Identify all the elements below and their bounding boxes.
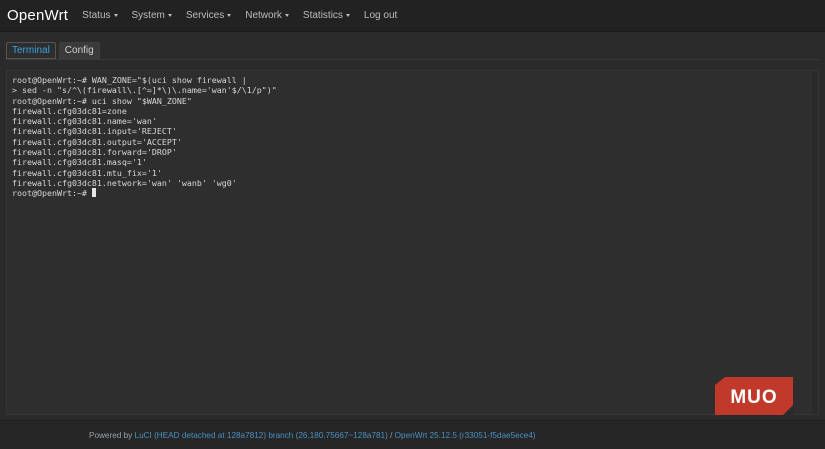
terminal-prompt-line: root@OpenWrt:~# bbox=[7, 188, 818, 198]
tab-terminal[interactable]: Terminal bbox=[6, 42, 56, 59]
menu-logout-label: Log out bbox=[363, 10, 398, 21]
luci-link[interactable]: LuCI (HEAD detached at 128a7812) branch … bbox=[135, 431, 388, 440]
terminal-cursor bbox=[91, 188, 96, 198]
main-menu: Status System Services Network Statistic… bbox=[82, 10, 411, 21]
menu-statistics-label: Statistics bbox=[302, 10, 343, 21]
menu-system[interactable]: System bbox=[132, 10, 172, 21]
terminal-scrollbar[interactable] bbox=[812, 71, 818, 414]
terminal-line: root@OpenWrt:~# WAN_ZONE="$(uci show fir… bbox=[12, 75, 247, 85]
caret-down-icon bbox=[167, 14, 172, 17]
menu-network-label: Network bbox=[245, 10, 282, 21]
footer-separator: / bbox=[387, 431, 395, 440]
terminal-line: firewall.cfg03dc81.output='ACCEPT' bbox=[12, 136, 182, 147]
menu-network[interactable]: Network bbox=[245, 10, 289, 21]
menu-logout[interactable]: Log out bbox=[364, 10, 397, 21]
terminal-line: firewall.cfg03dc81.mtu_fix='1' bbox=[12, 167, 162, 178]
terminal-line: firewall.cfg03dc81.masq='1' bbox=[12, 157, 147, 168]
terminal-line: firewall.cfg03dc81.name='wan' bbox=[12, 116, 157, 127]
logo-text: MUO bbox=[730, 387, 777, 408]
terminal-line: firewall.cfg03dc81.input='REJECT' bbox=[12, 126, 177, 137]
terminal-line: firewall.cfg03dc81.forward='DROP' bbox=[12, 147, 177, 158]
terminal-prompt: root@OpenWrt:~# bbox=[12, 188, 92, 199]
muo-logo: MUO bbox=[715, 377, 793, 415]
caret-down-icon bbox=[284, 14, 289, 17]
footer: Powered by LuCI (HEAD detached at 128a78… bbox=[0, 420, 825, 449]
brand-title[interactable]: OpenWrt bbox=[7, 7, 68, 24]
top-navbar: OpenWrt Status System Services Network S… bbox=[0, 0, 825, 32]
caret-down-icon bbox=[227, 14, 232, 17]
terminal-line: > sed -n "s/^\(firewall\.[^=]*\)\.name='… bbox=[12, 85, 277, 96]
caret-down-icon bbox=[113, 14, 118, 17]
terminal-window[interactable]: root@OpenWrt:~# WAN_ZONE="$(uci show fir… bbox=[6, 70, 819, 415]
terminal-line: firewall.cfg03dc81.network='wan' 'wanb' … bbox=[12, 177, 237, 188]
terminal-line: root@OpenWrt:~# uci show "$WAN_ZONE" bbox=[12, 95, 192, 106]
terminal-line: firewall.cfg03dc81=zone bbox=[12, 105, 127, 116]
tab-divider bbox=[6, 59, 819, 60]
terminal-output: root@OpenWrt:~# WAN_ZONE="$(uci show fir… bbox=[7, 71, 818, 199]
footer-prefix: Powered by bbox=[89, 431, 135, 440]
menu-services[interactable]: Services bbox=[185, 10, 232, 21]
menu-statistics[interactable]: Statistics bbox=[303, 10, 350, 21]
menu-services-label: Services bbox=[185, 10, 225, 21]
menu-system-label: System bbox=[131, 10, 165, 21]
openwrt-link[interactable]: OpenWrt 25.12.5 (r33051-f5dae5ece4) bbox=[395, 431, 536, 440]
menu-status-label: Status bbox=[82, 10, 111, 21]
tab-bar: Terminal Config bbox=[6, 42, 103, 59]
tab-config[interactable]: Config bbox=[58, 42, 100, 59]
caret-down-icon bbox=[345, 14, 350, 17]
menu-status[interactable]: Status bbox=[82, 10, 118, 21]
